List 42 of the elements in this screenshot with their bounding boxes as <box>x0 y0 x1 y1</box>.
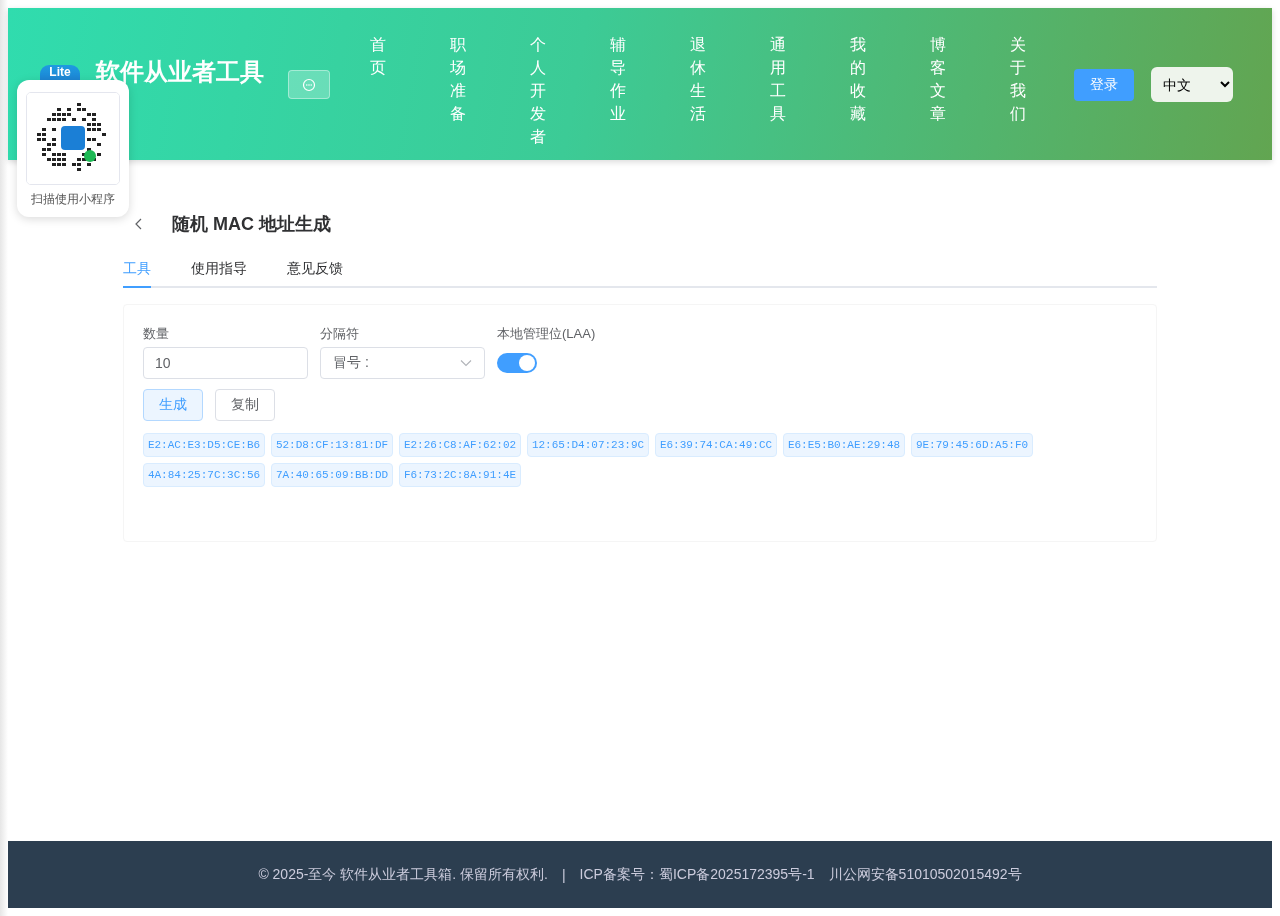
mac-address-tag: 9E:79:45:6D:A5:F0 <box>911 433 1033 457</box>
nav-link[interactable]: 通用工具 <box>770 33 786 148</box>
icp-link[interactable]: ICP备案号：蜀ICP备2025172395号-1 <box>579 865 815 884</box>
generate-button[interactable]: 生成 <box>143 389 203 421</box>
separator-select[interactable]: 冒号 : <box>320 347 485 379</box>
language-select[interactable]: 中文 <box>1151 67 1233 102</box>
field-label: 分隔符 <box>320 325 360 343</box>
police-record-link[interactable]: 川公网安备51010502015492号 <box>828 865 1022 884</box>
nav-link[interactable]: 关于我们 <box>1010 33 1026 148</box>
page-title: 随机 MAC 地址生成 <box>172 213 331 236</box>
popup-caption: 扫描使用小程序 <box>31 191 115 208</box>
mac-address-tag: E2:AC:E3:D5:CE:B6 <box>143 433 265 457</box>
mac-address-tag: E6:E5:B0:AE:29:48 <box>783 433 905 457</box>
mac-address-tag: E2:26:C8:AF:62:02 <box>399 433 521 457</box>
mac-address-tag: 7A:40:65:09:BB:DD <box>271 463 393 487</box>
mac-address-tag: 4A:84:25:7C:3C:56 <box>143 463 265 487</box>
nav-link[interactable]: 我的收藏 <box>850 33 866 148</box>
count-input[interactable]: 10 <box>143 347 308 379</box>
nav-link[interactable]: 职场准备 <box>450 33 466 148</box>
login-button[interactable]: 登录 <box>1074 69 1134 101</box>
mac-address-tag: F6:73:2C:8A:91:4E <box>399 463 521 487</box>
tab[interactable]: 意见反馈 <box>287 256 343 288</box>
nav-link[interactable]: 首页 <box>370 33 386 148</box>
mac-address-tag: 52:D8:CF:13:81:DF <box>271 433 393 457</box>
chat-button[interactable] <box>288 70 330 99</box>
nav-link[interactable]: 辅导作业 <box>610 33 626 148</box>
nav-link[interactable]: 博客文章 <box>930 33 946 148</box>
chat-icon <box>302 77 316 92</box>
mac-address-tag: E6:39:74:CA:49:CC <box>655 433 777 457</box>
copy-button[interactable]: 复制 <box>215 389 275 421</box>
field-label: 本地管理位(LAA) <box>497 325 596 343</box>
separator-text: | <box>561 866 566 883</box>
copyright-text: © 2025-至今 软件从业者工具箱. 保留所有权利. <box>258 865 548 884</box>
nav-link[interactable]: 退休生活 <box>690 33 706 148</box>
tab[interactable]: 工具 <box>123 256 151 288</box>
mac-address-tag: 12:65:D4:07:23:9C <box>527 433 649 457</box>
tab[interactable]: 使用指导 <box>191 256 247 288</box>
field-label: 数量 <box>143 325 170 343</box>
chevron-down-icon <box>460 359 472 367</box>
laa-toggle[interactable] <box>497 353 537 373</box>
nav-link[interactable]: 个人开发者 <box>530 33 546 148</box>
back-icon[interactable] <box>135 218 143 230</box>
